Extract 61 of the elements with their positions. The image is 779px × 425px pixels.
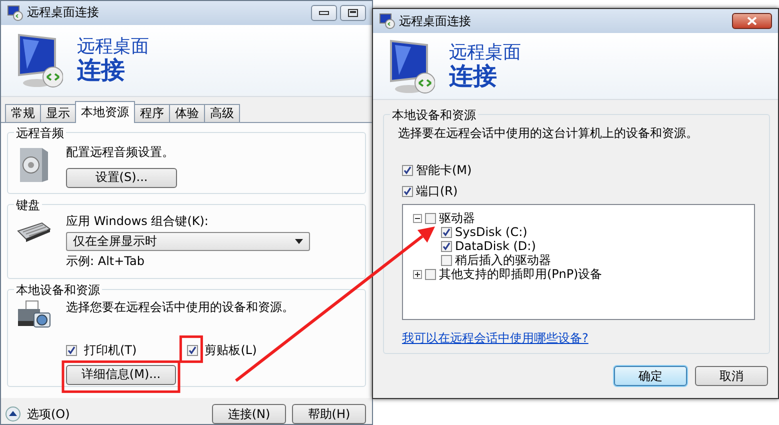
minimize-button[interactable] (311, 4, 337, 21)
settings-button[interactable]: 设置(S)... (66, 168, 177, 188)
group-title: 本地设备和资源 (390, 107, 478, 124)
collapse-icon[interactable] (413, 214, 422, 222)
tree-item[interactable]: SysDisk (C:) (455, 225, 528, 239)
minimize-icon (319, 10, 329, 15)
monitor-icon (15, 31, 63, 90)
tree-item[interactable]: 其他支持的即插即用(PnP)设备 (439, 266, 602, 282)
options-toggle[interactable]: 选项(O) (27, 406, 70, 422)
checkbox[interactable] (425, 268, 436, 280)
app-icon (379, 13, 395, 29)
tab[interactable]: 程序 (134, 104, 170, 122)
checkbox[interactable] (441, 254, 452, 266)
banner-title: 远程桌面 (77, 37, 149, 58)
checkbox-label[interactable]: 端口(R) (416, 183, 458, 200)
checkbox-label[interactable]: 剪贴板(L) (204, 342, 257, 359)
maximize-icon (348, 8, 358, 17)
checkbox-label[interactable]: 智能卡(M) (416, 162, 472, 179)
checkbox[interactable] (66, 344, 77, 356)
group-title: 远程音频 (14, 124, 66, 142)
checkbox-label[interactable]: 打印机(T) (84, 342, 137, 359)
banner-subtitle: 连接 (77, 57, 126, 84)
details-button[interactable]: 详细信息(M)... (66, 364, 176, 385)
maximize-button[interactable] (340, 4, 366, 21)
tab[interactable]: 高级 (204, 104, 240, 122)
window-title: 远程桌面连接 (27, 4, 99, 22)
group-description: 选择要在远程会话中使用的这台计算机上的设备和资源。 (398, 125, 699, 142)
group-title: 本地设备和资源 (14, 282, 102, 299)
checkbox[interactable] (402, 165, 413, 176)
dropdown-arrow-icon (295, 238, 303, 244)
local-description: 选择您要在远程会话中使用的设备和资源。 (66, 298, 294, 316)
example-text: 示例: Alt+Tab (66, 252, 144, 270)
checkbox[interactable] (402, 186, 413, 197)
checkbox[interactable] (186, 344, 198, 356)
dropdown[interactable]: 仅在全屏显示时 (66, 232, 310, 251)
tab[interactable]: 本地资源 (75, 100, 135, 123)
help-link[interactable]: 我可以在远程会话中使用哪些设备? (402, 330, 755, 347)
audio-description: 配置远程音频设置。 (66, 144, 174, 161)
tab[interactable]: 显示 (40, 104, 76, 122)
close-icon (747, 17, 757, 25)
close-button[interactable] (732, 13, 772, 29)
tree-item[interactable]: 稍后插入的驱动器 (455, 252, 551, 268)
tab[interactable]: 体验 (169, 104, 205, 122)
window-title: 远程桌面连接 (399, 12, 471, 30)
expand-icon[interactable] (413, 270, 422, 278)
checkbox[interactable] (441, 226, 452, 238)
checkbox[interactable] (441, 240, 452, 252)
dialog-button[interactable]: 连接(N) (212, 404, 286, 424)
checkbox[interactable] (425, 212, 436, 224)
tab[interactable]: 常规 (5, 104, 41, 122)
banner-subtitle: 连接 (449, 62, 498, 90)
tree-item[interactable]: DataDisk (D:) (455, 239, 536, 253)
monitor-icon (387, 37, 435, 95)
keyboard-label: 应用 Windows 组合键(K): (66, 212, 208, 230)
tree-item[interactable]: 驱动器 (439, 210, 475, 226)
app-icon (7, 4, 23, 21)
dialog-button[interactable]: 确定 (614, 366, 687, 386)
banner-title: 远程桌面 (449, 42, 521, 63)
collapse-up-icon[interactable] (5, 406, 21, 422)
dialog-button[interactable]: 取消 (695, 366, 768, 386)
dialog-button[interactable]: 帮助(H) (292, 404, 366, 424)
